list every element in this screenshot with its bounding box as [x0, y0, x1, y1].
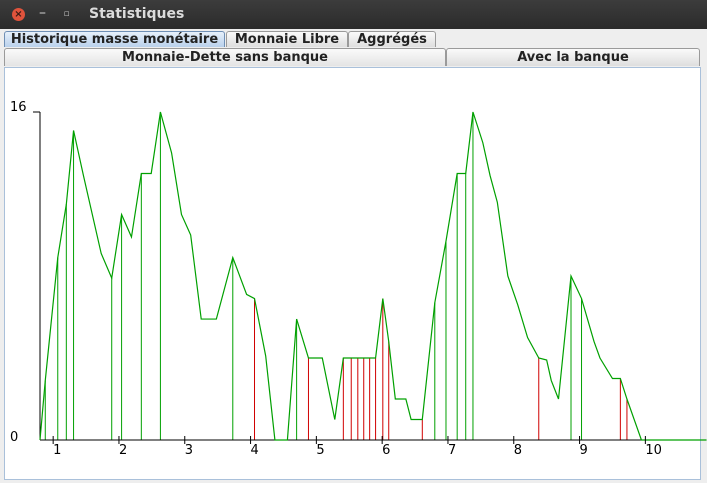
x-tick-label: 2 — [119, 443, 127, 458]
x-tick-label: 3 — [185, 443, 193, 458]
x-tick-label: 4 — [251, 443, 259, 458]
y-tick-label: 0 — [10, 430, 18, 445]
x-tick-label: 7 — [448, 443, 456, 458]
x-tick-label: 6 — [382, 443, 390, 458]
x-tick-label: 1 — [53, 443, 61, 458]
series-line — [39, 111, 707, 441]
x-tick-label: 9 — [580, 443, 588, 458]
x-tick-label: 10 — [645, 443, 662, 458]
x-tick-label: 8 — [514, 443, 522, 458]
y-tick-label: 16 — [10, 100, 27, 115]
money-supply-chart: 0 16 1 2 3 4 5 6 7 8 9 10 — [10, 100, 707, 458]
x-tick-label: 5 — [316, 443, 324, 458]
